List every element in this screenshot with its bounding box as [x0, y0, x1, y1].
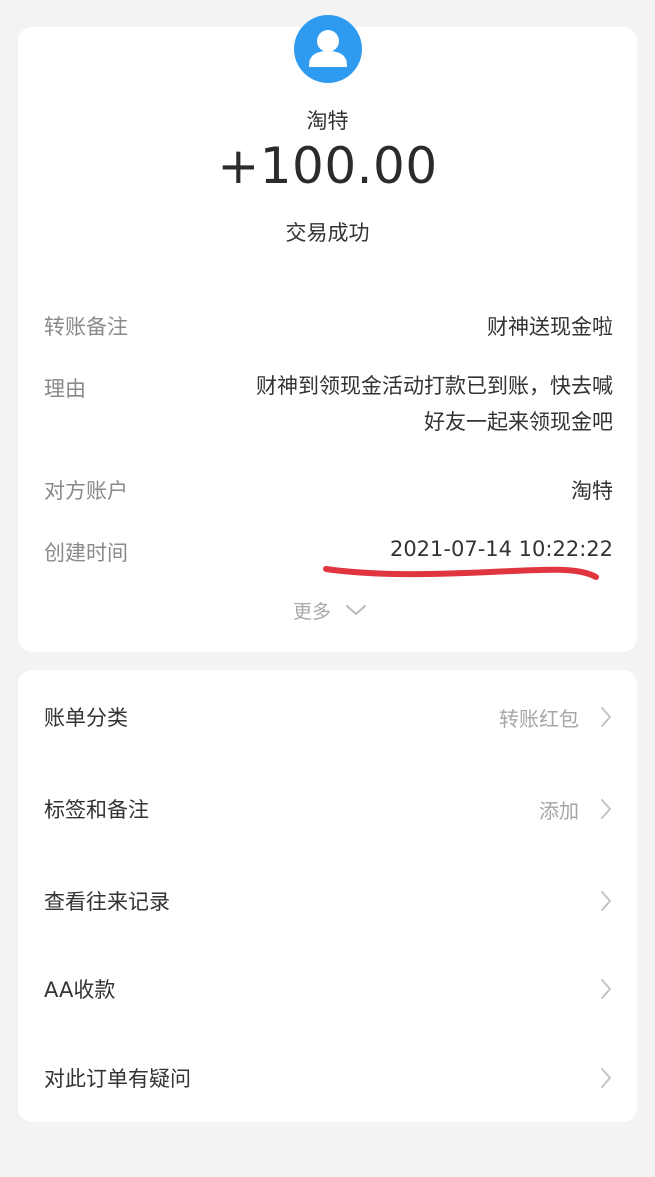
chevron-right-icon [601, 891, 611, 911]
remark-value: 财神送现金啦 [487, 315, 613, 339]
reason-line-1: 财神到领现金活动打款已到账，快去喊 [256, 374, 613, 398]
chevron-right-icon [601, 799, 611, 819]
payer-name: 淘特 [306, 109, 349, 133]
actions-card: 账单分类 转账红包 标签和备注 添加 查看往来记录 AA收款 对此订单有疑问 [18, 670, 637, 1122]
reason-value: 财神到领现金活动打款已到账，快去喊 好友一起来领现金吧 [163, 368, 613, 440]
chevron-right-icon [601, 979, 611, 999]
remark-label: 转账备注 [44, 315, 128, 339]
chevron-right-icon [601, 707, 611, 727]
user-avatar-icon[interactable] [294, 15, 362, 83]
order-question-label: 对此订单有疑问 [44, 1067, 191, 1091]
more-toggle[interactable]: 更多 [293, 597, 331, 624]
transaction-status: 交易成功 [285, 221, 370, 245]
history-label: 查看往来记录 [44, 890, 170, 914]
account-label: 对方账户 [44, 479, 128, 503]
transaction-amount: +100.00 [217, 137, 438, 195]
list-item-order-question[interactable]: 对此订单有疑问 [18, 1047, 637, 1107]
chevron-right-icon [601, 1068, 611, 1088]
aa-collect-label: AA收款 [44, 978, 116, 1002]
bill-category-label: 账单分类 [44, 706, 128, 730]
list-item-tags-notes[interactable]: 标签和备注 添加 [18, 778, 637, 838]
created-time-label: 创建时间 [44, 541, 128, 565]
list-item-history[interactable]: 查看往来记录 [18, 870, 637, 930]
red-underline-annotation [323, 566, 599, 580]
tags-notes-value: 添加 [539, 799, 579, 823]
reason-line-2: 好友一起来领现金吧 [424, 410, 613, 434]
reason-label: 理由 [44, 377, 86, 401]
chevron-down-icon[interactable] [345, 603, 367, 617]
transaction-summary-card: 淘特 +100.00 交易成功 转账备注 财神送现金啦 理由 财神到领现金活动打… [18, 15, 637, 652]
person-icon [309, 30, 347, 67]
account-value[interactable]: 淘特 [571, 475, 613, 505]
list-item-aa-collect[interactable]: AA收款 [18, 958, 637, 1018]
list-item-bill-category[interactable]: 账单分类 转账红包 [18, 686, 637, 746]
bill-category-value: 转账红包 [499, 707, 579, 731]
tags-notes-label: 标签和备注 [44, 798, 149, 822]
